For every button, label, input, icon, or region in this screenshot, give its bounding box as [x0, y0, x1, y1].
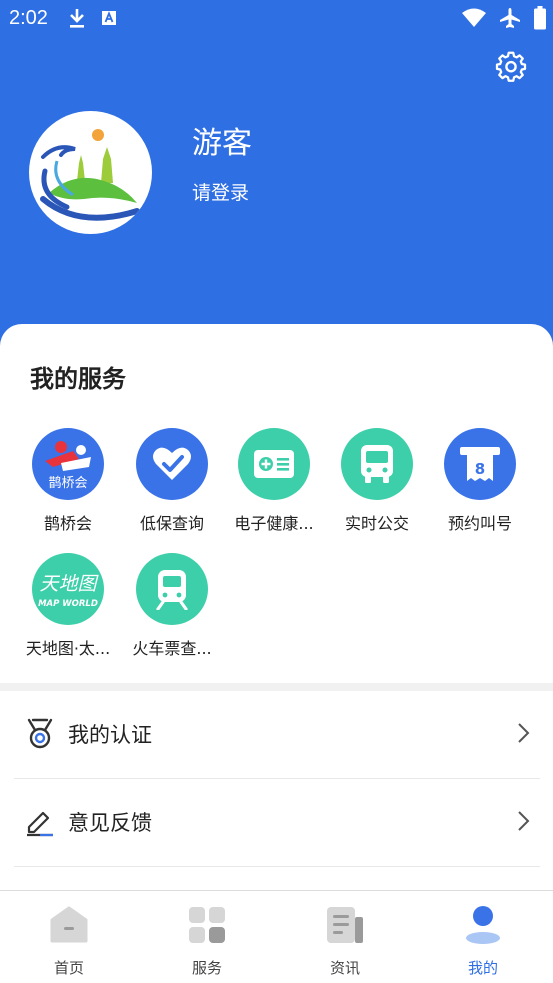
status-time: 2:02 [9, 7, 48, 29]
svg-text:鹊桥会: 鹊桥会 [48, 476, 87, 491]
service-queqiaohui[interactable]: 鹊桥会 鹊桥会 [16, 428, 120, 534]
my-services-card: 我的服务 鹊桥会 鹊桥会 低保查询 电子健康... 实时公交 8 预约叫号 天地… [0, 324, 553, 683]
service-label: 电子健康... [234, 514, 314, 533]
service-dibao[interactable]: 低保查询 [120, 428, 224, 534]
medal-icon [27, 718, 53, 749]
svg-text:MAP WORLD: MAP WORLD [38, 599, 98, 609]
service-label: 火车票查... [132, 639, 212, 658]
status-bar: 2:02 [0, 0, 553, 38]
service-label: 天地图·太... [25, 639, 111, 658]
tab-label: 资讯 [329, 959, 360, 977]
home-icon [50, 906, 88, 943]
app-notification-icon [102, 11, 116, 25]
airplane-mode-icon [500, 8, 520, 28]
bottom-tab-bar: 首页 服务 资讯 我的 [0, 890, 553, 983]
grid-icon [189, 907, 225, 943]
menu-label: 意见反馈 [68, 811, 152, 835]
tab-mine[interactable]: 我的 [414, 891, 552, 983]
service-bus[interactable]: 实时公交 [325, 428, 429, 534]
divider [14, 866, 540, 867]
service-train[interactable]: 火车票查... [120, 553, 224, 659]
city-logo-icon [40, 129, 140, 221]
avatar[interactable] [29, 111, 152, 234]
login-link[interactable]: 请登录 [192, 178, 249, 205]
service-label: 实时公交 [344, 514, 409, 533]
train-icon [136, 553, 208, 625]
service-queue[interactable]: 8 预约叫号 [428, 428, 532, 534]
service-label: 预约叫号 [447, 514, 512, 533]
menu-feedback[interactable]: 意见反馈 [0, 779, 553, 867]
section-separator [0, 683, 553, 691]
wifi-icon [462, 8, 486, 27]
heart-icon [136, 428, 208, 500]
tab-label: 我的 [467, 959, 498, 977]
tianditu-icon: 天地图 MAP WORLD [32, 553, 104, 625]
service-tianditu[interactable]: 天地图 MAP WORLD 天地图·太... [16, 553, 120, 659]
profile-header: 2:02 游客 请登录 [0, 0, 553, 360]
tab-news[interactable]: 资讯 [276, 891, 414, 983]
bus-icon [341, 428, 413, 500]
tab-services[interactable]: 服务 [138, 891, 276, 983]
health-card-icon [238, 428, 310, 500]
queqiaohui-icon: 鹊桥会 [32, 428, 104, 500]
menu-my-certification[interactable]: 我的认证 [0, 691, 553, 779]
svg-text:8: 8 [475, 460, 485, 478]
battery-icon [534, 6, 546, 30]
settings-gear-icon[interactable] [495, 50, 527, 82]
svg-text:天地图: 天地图 [39, 573, 99, 595]
service-label: 低保查询 [139, 514, 204, 533]
section-title: 我的服务 [30, 365, 126, 393]
menu-label: 我的认证 [68, 723, 152, 747]
edit-icon [27, 811, 53, 837]
download-icon [70, 9, 84, 28]
news-icon [327, 907, 363, 943]
tab-label: 服务 [191, 959, 222, 977]
tab-label: 首页 [53, 959, 84, 977]
chevron-right-icon [518, 723, 530, 743]
service-health-card[interactable]: 电子健康... [222, 428, 326, 534]
chevron-right-icon [518, 811, 530, 831]
user-name: 游客 [192, 126, 252, 161]
tab-home[interactable]: 首页 [0, 891, 138, 983]
service-label: 鹊桥会 [43, 514, 92, 533]
queue-ticket-icon: 8 [444, 428, 516, 500]
user-icon [466, 906, 500, 944]
